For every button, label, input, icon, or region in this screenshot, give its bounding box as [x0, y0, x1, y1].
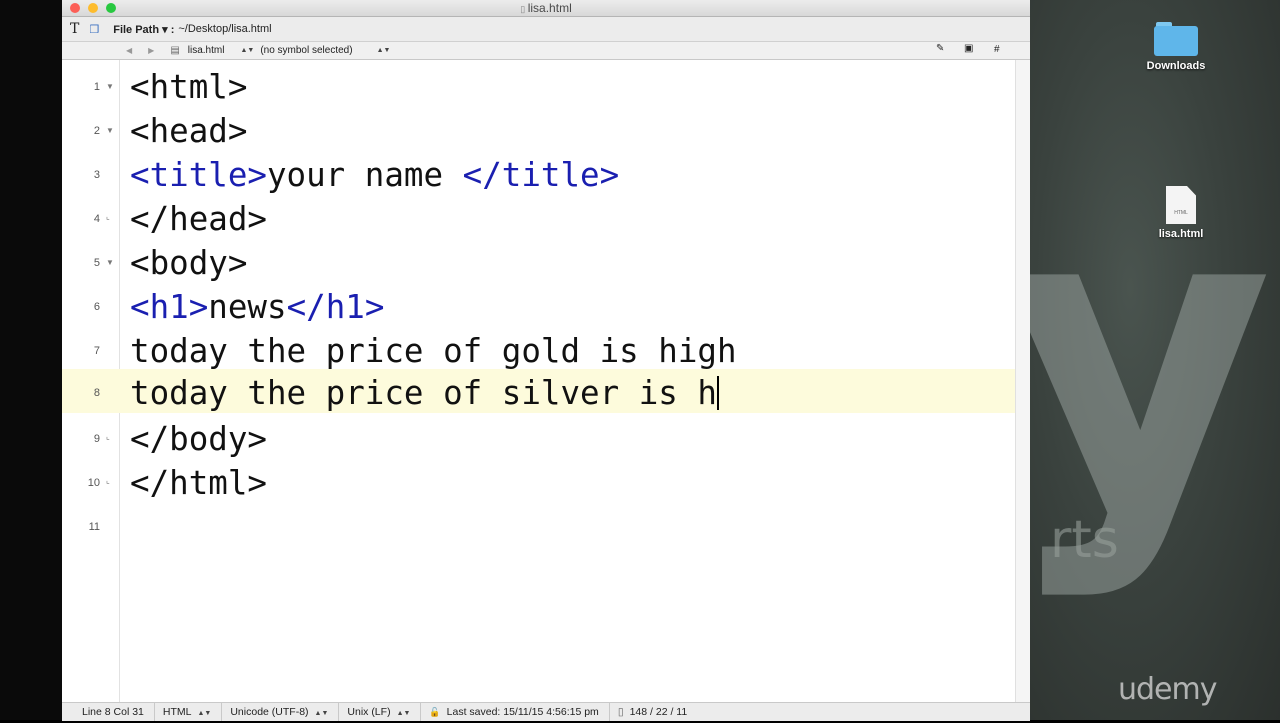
code-editor[interactable]: 1 ▼ <html> 2 ▼ <head> 3 <title>your name… [62, 60, 1030, 702]
code-line[interactable]: 11 [62, 505, 1016, 549]
fold-triangle-icon[interactable]: ▼ [106, 126, 114, 135]
lisa-html-label: lisa.html [1158, 228, 1204, 240]
line-number: 4 [93, 213, 100, 225]
lisa-html-desktop-item[interactable]: HTML lisa.html [1146, 186, 1216, 240]
file-path-value: ~/Desktop/lisa.html [178, 23, 272, 35]
forward-arrow-icon[interactable]: ▶ [148, 46, 154, 55]
code-text: <title>your name </title> [130, 156, 619, 194]
script-icon[interactable]: ❒ [89, 23, 99, 36]
vertical-scrollbar[interactable] [1015, 60, 1030, 702]
line-number: 7 [93, 345, 100, 357]
line-number: 8 [93, 387, 100, 399]
back-arrow-icon[interactable]: ◀ [126, 46, 132, 55]
downloads-label: Downloads [1146, 60, 1206, 72]
title-text: your name [266, 156, 463, 194]
line-number: 2 [93, 125, 100, 137]
symbol-menu-chevron-icon[interactable]: ▲▼ [377, 47, 391, 54]
text-caret [717, 376, 719, 410]
text-tool-icon[interactable]: T [70, 21, 79, 37]
code-text: </html> [130, 464, 267, 502]
document-stack-icon[interactable]: ▣ [964, 43, 973, 54]
file-menu-chevron-icon[interactable]: ▲▼ [240, 47, 254, 54]
left-frame [0, 0, 62, 720]
title-close-tag: </title> [462, 156, 620, 194]
fold-triangle-icon[interactable]: ▼ [106, 258, 114, 267]
code-text: </head> [130, 200, 267, 238]
folder-icon [1154, 22, 1198, 56]
code-text: <head> [130, 112, 248, 150]
fold-end-icon: ⌞ [106, 212, 110, 221]
line-number: 6 [93, 301, 100, 313]
code-line[interactable]: 6 <h1>news</h1> [62, 285, 1016, 329]
file-menu[interactable]: lisa.html [188, 45, 225, 56]
html-file-icon: HTML [1166, 186, 1196, 224]
language-menu[interactable]: HTML ▲▼ [155, 703, 223, 721]
code-text: <html> [130, 68, 248, 106]
window-title: lisa.html [527, 1, 572, 15]
stats-text: 148 / 22 / 11 [629, 706, 688, 718]
h1-text: news [208, 288, 287, 326]
code-line[interactable]: 1 ▼ <html> [62, 65, 1016, 109]
stats-doc-icon: ▯ [617, 706, 624, 718]
cursor-position[interactable]: Line 8 Col 31 [62, 703, 155, 721]
h1-open-tag: <h1> [130, 288, 209, 326]
h1-close-tag: </h1> [286, 288, 385, 326]
line-number: 5 [93, 257, 100, 269]
hash-menu[interactable]: # [994, 44, 1000, 55]
code-line[interactable]: 3 <title>your name </title> [62, 153, 1016, 197]
code-line[interactable]: 9 ⌞ </body> [62, 417, 1016, 461]
code-text: today the price of gold is high [130, 332, 737, 370]
line-endings-label: Unix (LF) [347, 706, 391, 718]
file-path-label[interactable]: File Path ▾ : [113, 23, 174, 36]
minimize-window-button[interactable] [88, 3, 98, 13]
desktop: y rts Downloads HTML lisa.html udemy [1030, 0, 1280, 720]
code-line[interactable]: 10 ⌞ </html> [62, 461, 1016, 505]
window-title-file-icon: ▯ [520, 4, 528, 14]
code-line[interactable]: 7 today the price of gold is high [62, 329, 1016, 373]
language-label: HTML [162, 706, 192, 718]
last-saved: 🔓 Last saved: 15/11/15 4:56:15 pm [421, 703, 610, 721]
line-number: 10 [87, 477, 100, 489]
editor-window: ▯ lisa.html T ❒ File Path ▾ : ~/Desktop/… [62, 0, 1030, 721]
line-8-text: today the price of silver is h [130, 374, 717, 412]
html-file-badge: HTML [1174, 210, 1188, 216]
code-text: <body> [130, 244, 248, 282]
path-toolbar: T ❒ File Path ▾ : ~/Desktop/lisa.html [62, 17, 1030, 42]
udemy-watermark: udemy [1118, 672, 1217, 707]
line-number: 11 [88, 521, 100, 533]
code-line[interactable]: 2 ▼ <head> [62, 109, 1016, 153]
title-open-tag: <title> [130, 156, 267, 194]
document-stats[interactable]: ▯ 148 / 22 / 11 [610, 703, 697, 721]
pencil-icon[interactable]: ✎ [936, 43, 944, 54]
code-line[interactable]: 4 ⌞ </head> [62, 197, 1016, 241]
fold-end-icon: ⌞ [106, 432, 110, 441]
encoding-label: Unicode (UTF-8) [230, 706, 309, 718]
navigation-bar: ◀ ▶ ▤ lisa.html ▲▼ (no symbol selected) … [62, 42, 1030, 60]
last-saved-text: Last saved: 15/11/15 4:56:15 pm [446, 706, 599, 718]
fold-triangle-icon[interactable]: ▼ [106, 82, 114, 91]
encoding-chevron-icon: ▲▼ [314, 710, 329, 717]
language-chevron-icon: ▲▼ [197, 710, 212, 717]
line-number: 9 [93, 433, 100, 445]
close-window-button[interactable] [70, 3, 80, 13]
title-bar: ▯ lisa.html [62, 0, 1030, 17]
current-code-line[interactable]: 8 today the price of silver is h [62, 369, 1016, 413]
encoding-menu[interactable]: Unicode (UTF-8) ▲▼ [222, 703, 340, 721]
file-doc-icon: ▤ [170, 45, 180, 56]
lock-icon[interactable]: 🔓 [429, 707, 440, 717]
code-line[interactable]: 5 ▼ <body> [62, 241, 1016, 285]
status-bar: Line 8 Col 31 HTML ▲▼ Unicode (UTF-8) ▲▼ U… [62, 702, 1030, 721]
line-number: 3 [93, 169, 100, 181]
downloads-desktop-item[interactable]: Downloads [1136, 22, 1216, 72]
line-endings-menu[interactable]: Unix (LF) ▲▼ [339, 703, 422, 721]
zoom-window-button[interactable] [106, 3, 116, 13]
symbol-menu[interactable]: (no symbol selected) [260, 45, 352, 56]
desktop-wallpaper-text: rts [1050, 510, 1119, 570]
code-text: </body> [130, 420, 267, 458]
line-number: 1 [93, 81, 100, 93]
code-text: <h1>news</h1> [130, 288, 384, 326]
fold-end-icon: ⌞ [106, 476, 110, 485]
code-text: today the price of silver is h [130, 374, 719, 412]
line-endings-chevron-icon: ▲▼ [396, 710, 411, 717]
